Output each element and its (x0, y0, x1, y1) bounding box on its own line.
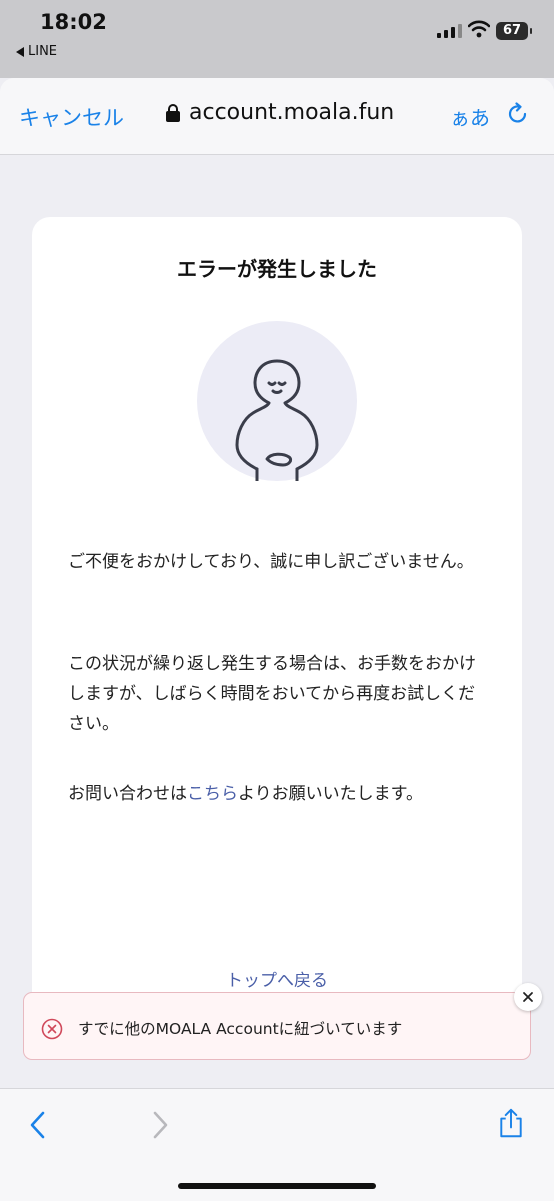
toast-message: すでに他のMOALA Accountに紐づいています (78, 1020, 403, 1038)
page-title: エラーが発生しました (177, 257, 377, 281)
error-toast: すでに他のMOALA Accountに紐づいています (23, 992, 531, 1060)
back-app-label: LINE (28, 44, 58, 59)
share-icon[interactable] (496, 1108, 526, 1138)
contact-text: お問い合わせはこちらよりお願いいたします。 (68, 779, 488, 809)
contact-prefix: お問い合わせは (68, 784, 187, 804)
browser-toolbar: キャンセル account.moala.fun ぁあ (0, 78, 554, 155)
forward-arrow-icon[interactable] (144, 1110, 174, 1140)
back-triangle-icon (16, 46, 24, 57)
toast-close-icon[interactable] (514, 983, 542, 1011)
clock: 18:02 (40, 10, 107, 34)
cellular-signal-icon (437, 22, 462, 38)
contact-link[interactable]: こちら (187, 784, 238, 804)
wifi-icon (468, 20, 490, 38)
reload-icon[interactable] (506, 102, 530, 126)
lock-icon (166, 103, 180, 122)
text-size-button[interactable]: ぁあ (450, 102, 490, 131)
apology-text: ご不便をおかけしており、誠に申し訳ございません。 (68, 552, 474, 572)
back-arrow-icon[interactable] (24, 1110, 54, 1140)
url-text: account.moala.fun (189, 100, 395, 125)
back-to-app-button[interactable]: LINE (16, 44, 57, 59)
apologizing-person-illustration (197, 321, 357, 481)
back-to-top-link[interactable]: トップへ戻る (32, 966, 522, 991)
error-card: エラーが発生しました ご不便をおかけしており、誠に申し訳ございません。 この状況… (32, 217, 522, 1037)
contact-suffix: よりお願いいたします。 (238, 784, 423, 804)
error-circle-x-icon (41, 1018, 63, 1040)
status-bar: 18:02 LINE 67 (0, 0, 554, 78)
battery-icon: 67 (496, 22, 532, 40)
retry-instruction-text: この状況が繰り返し発生する場合は、お手数をおかけしますが、しばらく時間をおいてか… (68, 654, 476, 734)
address-bar[interactable]: account.moala.fun (166, 100, 394, 125)
home-indicator (178, 1183, 376, 1189)
cancel-button[interactable]: キャンセル (19, 102, 124, 132)
